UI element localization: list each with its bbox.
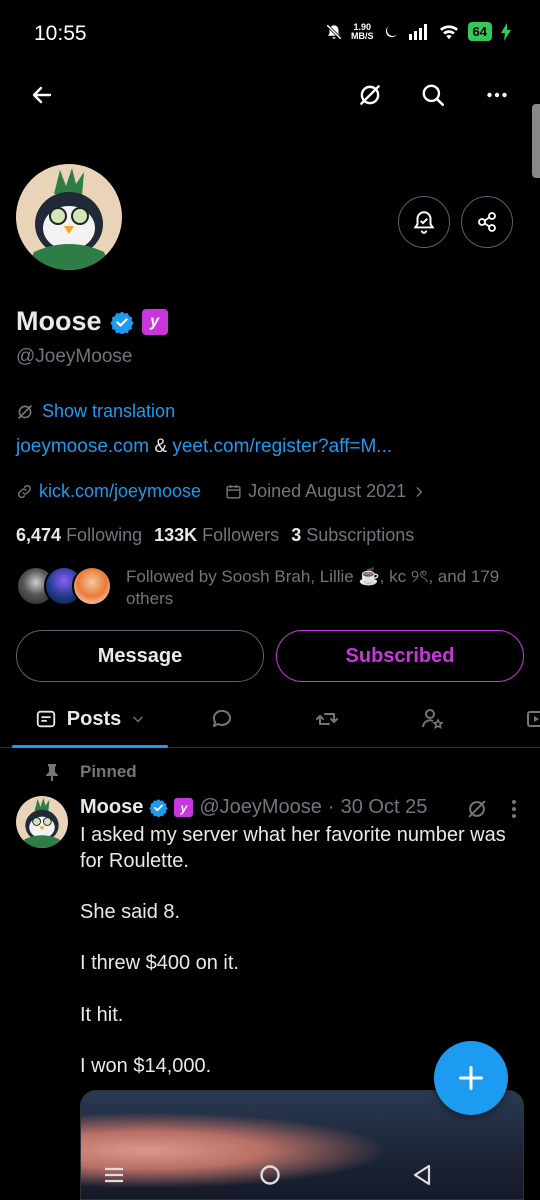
profile-avatar[interactable] [16, 164, 122, 270]
home-button[interactable] [255, 1160, 285, 1190]
tab-posts-label: Posts [66, 707, 122, 730]
status-time: 10:55 [34, 22, 87, 45]
followers-label: Followers [202, 525, 280, 545]
back-button[interactable] [407, 1160, 437, 1190]
notification-bell-button[interactable] [398, 196, 450, 248]
profile-meta: kick.com/joeymoose Joined August 2021 [16, 481, 426, 502]
battery-indicator: 64 [467, 22, 492, 41]
bio-links: joeymoose.com & yeet.com/register?aff=M.… [16, 436, 392, 458]
share-button[interactable] [461, 196, 513, 248]
subscriptions-count: 3 [291, 525, 302, 545]
post-more-icon[interactable] [504, 796, 524, 822]
top-bar [0, 70, 540, 120]
tab-replies[interactable] [200, 692, 244, 746]
recents-button[interactable] [99, 1160, 129, 1190]
follower-avatars [16, 566, 112, 606]
website-link[interactable]: joeymoose.com [16, 436, 149, 457]
joined-date: Joined August 2021 [248, 481, 407, 501]
status-icons: 1.90 MB/S 64 [325, 22, 512, 41]
followed-by-text: Followed by Soosh Brah, Lillie ☕️, kc ୨ৎ… [126, 567, 500, 608]
followers-count-link[interactable]: 133K Followers [154, 525, 279, 546]
chevron-down-icon [133, 716, 144, 723]
pin-icon [46, 764, 58, 781]
moon-icon [385, 25, 397, 37]
pinned-indicator: Pinned [44, 762, 137, 782]
notification-bell-icon [413, 211, 435, 234]
charging-bolt-icon [501, 22, 511, 41]
following-count: 6,474 [16, 525, 62, 545]
followers-count: 133K [154, 525, 198, 545]
follow-counts: 6,474 Following 133K Followers 3 Subscri… [16, 525, 414, 546]
signal-icon [408, 23, 427, 40]
link-separator: & [154, 436, 168, 457]
mute-bell-icon [326, 23, 342, 40]
affiliates-icon [422, 709, 444, 729]
message-button[interactable]: Message [16, 630, 264, 682]
profile-name: Moose [16, 306, 102, 336]
referral-link[interactable]: yeet.com/register?aff=M... [172, 436, 392, 457]
reposts-icon [316, 713, 338, 725]
kick-link[interactable]: kick.com/joeymoose [39, 481, 201, 502]
net-speed: 1.90 MB/S [351, 22, 374, 41]
pinned-label: Pinned [80, 762, 137, 781]
tab-posts[interactable]: Posts [12, 692, 168, 746]
following-label: Following [66, 525, 143, 545]
search-icon[interactable] [416, 78, 450, 112]
replies-icon [212, 709, 231, 727]
link-icon [17, 484, 32, 499]
menu-icon [105, 1167, 123, 1183]
status-bar: 10:55 1.90 MB/S 64 [0, 0, 540, 64]
edge-panel-handle[interactable] [532, 104, 540, 178]
subscribed-button[interactable]: Subscribed [276, 630, 524, 682]
share-icon [478, 212, 496, 232]
post-paragraph: I threw $400 on it. [80, 952, 239, 975]
post-date: 30 Oct 25 [340, 796, 428, 818]
post-paragraph: She said 8. [80, 901, 181, 924]
profile-name-row: Moose y [16, 306, 168, 337]
media-icon [527, 711, 540, 727]
chevron-right-icon[interactable] [412, 485, 426, 499]
subscription-badge-icon: y [174, 798, 194, 817]
post-separator: · [327, 796, 335, 818]
home-circle-icon [260, 1165, 280, 1185]
back-triangle-icon [413, 1164, 431, 1186]
back-arrow-icon[interactable] [25, 78, 59, 112]
following-count-link[interactable]: 6,474 Following [16, 525, 142, 546]
profile-handle: @JoeyMoose [16, 346, 133, 367]
followed-by[interactable]: Followed by Soosh Brah, Lillie ☕️, kc ୨ৎ… [16, 566, 516, 610]
calendar-icon [226, 485, 241, 499]
post-author-avatar[interactable] [16, 796, 68, 848]
show-translation-link[interactable]: Show translation [16, 401, 175, 422]
avatar [72, 566, 112, 606]
subscription-badge-icon[interactable]: y [141, 308, 168, 335]
post-author-name[interactable]: Moose [80, 796, 143, 819]
post-translate-icon[interactable] [462, 796, 492, 822]
post-author-handle: @JoeyMoose [199, 796, 322, 818]
translate-icon [18, 404, 32, 419]
tab-affiliates[interactable] [410, 692, 454, 746]
verified-badge-icon [149, 799, 169, 817]
tab-reposts[interactable] [305, 692, 349, 746]
compose-plus-icon [458, 1065, 484, 1091]
show-translation-label: Show translation [42, 401, 176, 421]
more-icon[interactable] [480, 78, 514, 112]
post-header: Moose y @JoeyMoose · 30 Oct 25 [80, 796, 427, 819]
compose-button[interactable] [434, 1041, 508, 1115]
post-paragraph: I asked my server what her favorite numb… [80, 824, 506, 872]
subscriptions-count-link[interactable]: 3 Subscriptions [291, 525, 414, 546]
system-nav-bar [0, 1150, 540, 1200]
active-tab-indicator [12, 745, 168, 748]
wifi-icon [439, 24, 458, 39]
verified-badge-icon[interactable] [109, 310, 134, 334]
translate-icon[interactable] [353, 78, 387, 112]
net-speed-unit: MB/S [351, 30, 374, 41]
posts-icon [36, 710, 55, 728]
tab-media[interactable] [516, 692, 540, 746]
post-paragraph: It hit. [80, 1003, 124, 1026]
subscriptions-label: Subscriptions [306, 525, 415, 545]
profile-tabs: Posts [0, 692, 540, 748]
